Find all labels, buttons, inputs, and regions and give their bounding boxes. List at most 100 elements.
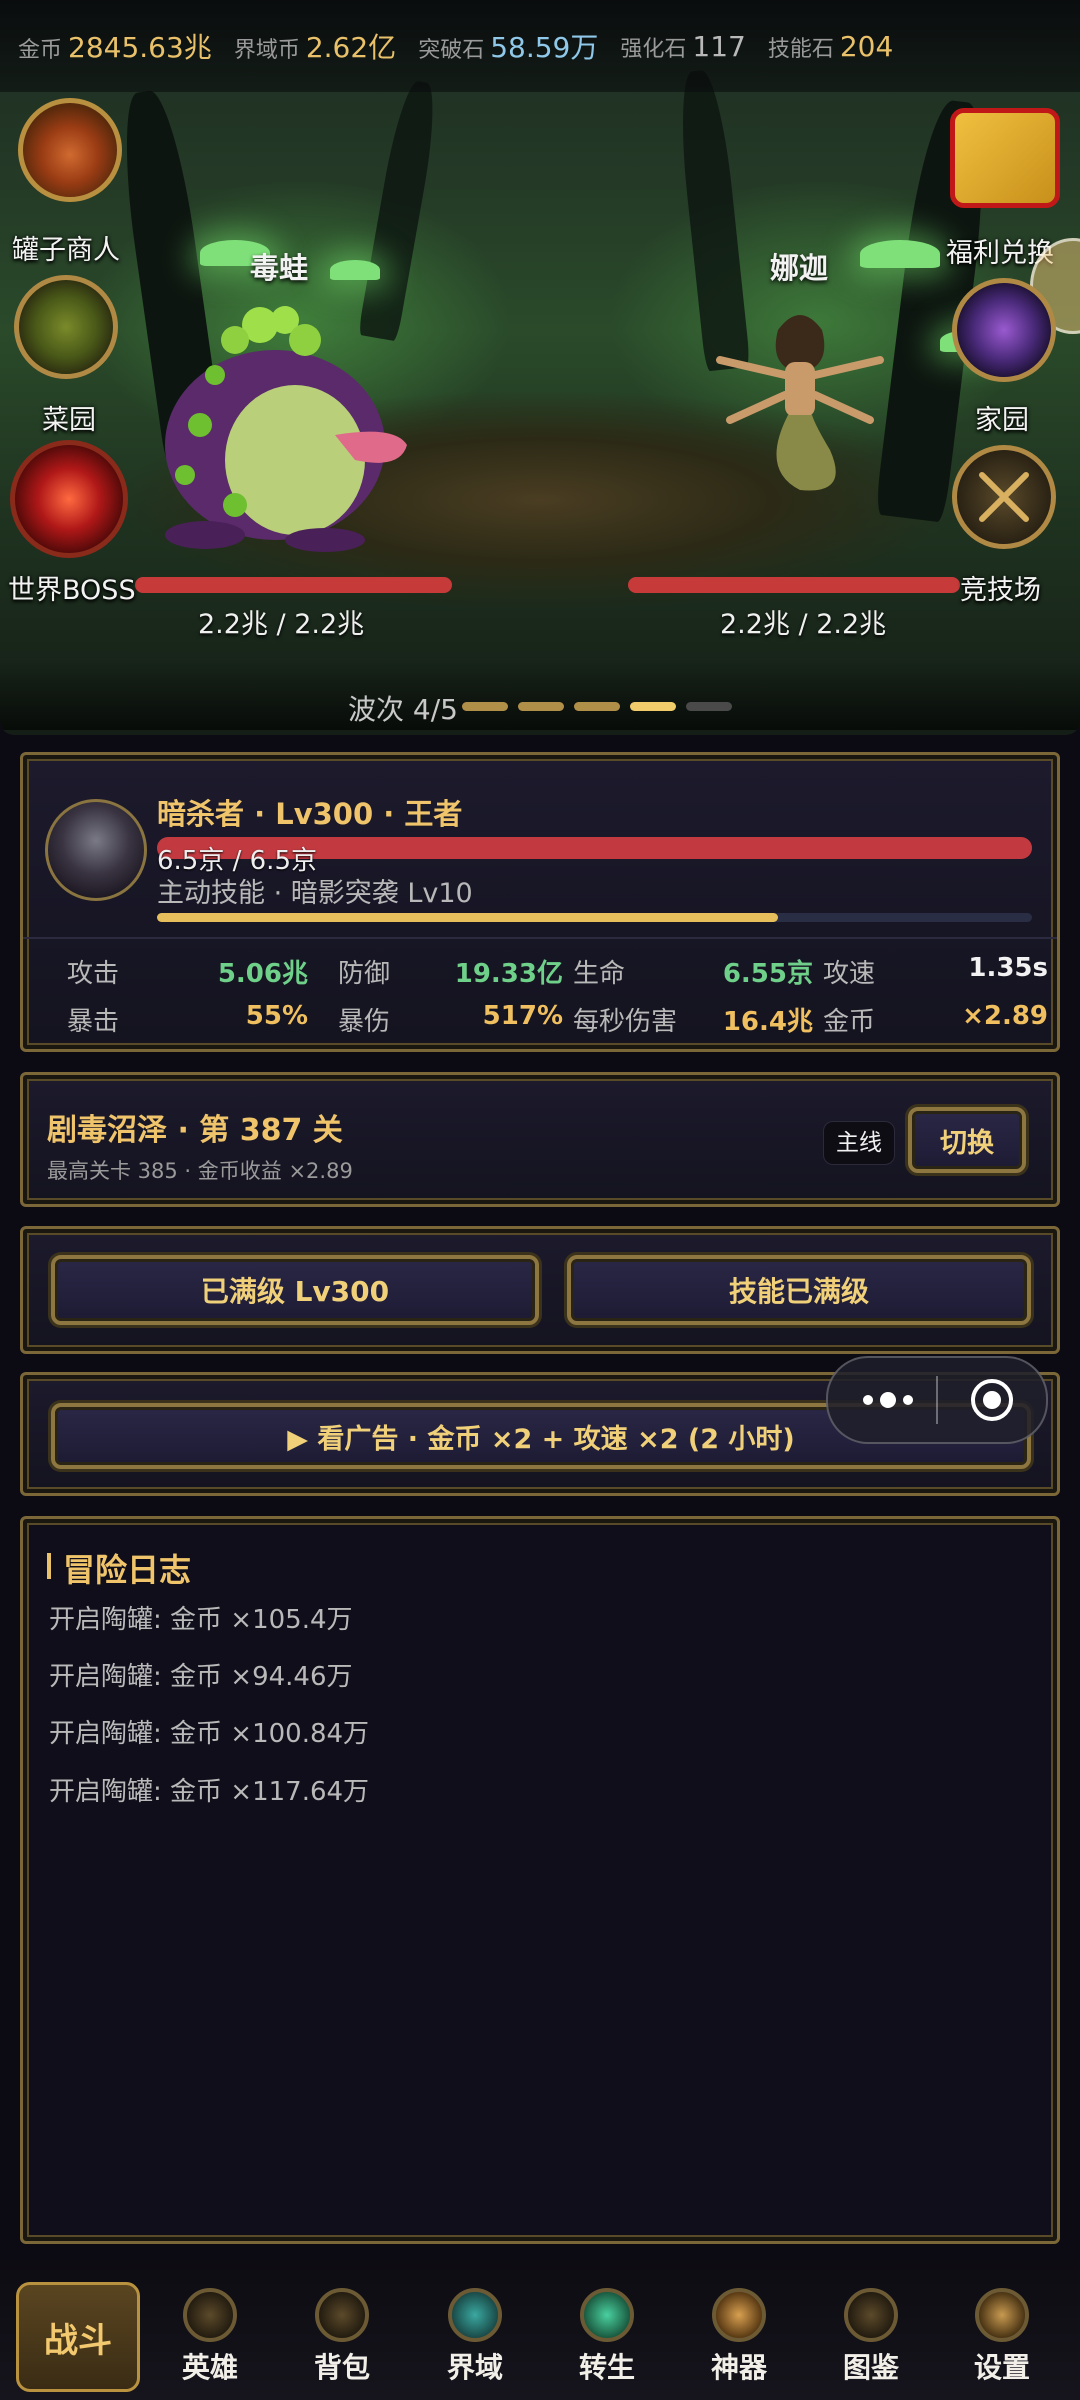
nav-label: 背包 <box>313 2351 370 2384</box>
currency-gold-label: 金币 <box>18 38 63 63</box>
divider <box>23 937 1057 939</box>
wave-dot <box>630 702 676 711</box>
arena-button[interactable] <box>952 445 1062 549</box>
nav-label: 设置 <box>973 2351 1030 2384</box>
nav-codex-tab[interactable]: 图鉴 <box>816 2280 926 2390</box>
wave-indicator: 波次 4/5 <box>0 660 1080 730</box>
stat-value: 5.06兆 <box>217 959 308 989</box>
skill-progress-track <box>157 913 1032 922</box>
stat-label: 金币 <box>823 1007 876 1037</box>
nav-rebirth-tab[interactable]: 转生 <box>552 2280 662 2390</box>
poison-frog-sprite[interactable] <box>145 295 415 555</box>
wave-dot <box>686 702 732 711</box>
codex-icon <box>844 2288 898 2342</box>
nav-hero-tab[interactable]: 英雄 <box>155 2280 265 2390</box>
enemy-hp-text-frog: 2.2兆 / 2.2兆 <box>198 609 365 640</box>
glowing-mushroom <box>330 260 380 280</box>
settings-icon <box>975 2288 1029 2342</box>
wave-dot <box>518 702 564 711</box>
wave-label: 波次 4/5 <box>348 693 458 726</box>
nav-label: 神器 <box>710 2351 767 2384</box>
stat-value: 517% <box>482 1001 563 1031</box>
currency-breakthrough-label: 突破石 <box>418 38 485 63</box>
bottom-nav: 战斗 英雄 背包 界域 转生 神器 图鉴 设置 <box>0 2260 1080 2400</box>
stat-value: 16.4兆 <box>722 1007 813 1037</box>
nav-artifact-tab[interactable]: 神器 <box>684 2280 794 2390</box>
switch-stage-button[interactable]: 切换 <box>908 1107 1026 1173</box>
stat-value: 19.33亿 <box>454 959 563 989</box>
log-title-marker <box>47 1553 51 1579</box>
stat-value: 1.35s <box>968 953 1048 983</box>
gift-box-icon <box>950 108 1060 208</box>
hero-skill-text: 主动技能 · 暗影突袭 Lv10 <box>157 878 473 909</box>
pot-merchant-button[interactable] <box>10 98 130 202</box>
vegetable-garden-button[interactable] <box>14 275 124 379</box>
currency-gold: 金币 2845.63兆 <box>18 26 212 66</box>
currency-gold-value: 2845.63兆 <box>68 31 212 64</box>
enemy-hp-bar-naga <box>628 577 960 593</box>
stat-row: 攻击 5.06兆 防御 19.33亿 生命 6.55京 攻速 1.35s <box>53 953 1048 993</box>
crossed-swords-icon <box>952 445 1056 549</box>
stat-label: 暴伤 <box>338 1007 391 1037</box>
world-boss-icon <box>10 440 128 558</box>
nav-backpack-tab[interactable]: 背包 <box>287 2280 397 2390</box>
side-label-arena: 竞技场 <box>960 575 1041 606</box>
capsule-divider <box>936 1376 938 1424</box>
side-label-garden: 菜园 <box>42 405 96 436</box>
hero-title: 暗杀者 · Lv300 · 王者 <box>157 797 463 831</box>
level-max-button[interactable]: 已满级 Lv300 <box>51 1255 539 1325</box>
nav-label: 图鉴 <box>842 2351 899 2384</box>
enemy-hp-text-naga: 2.2兆 / 2.2兆 <box>720 609 887 640</box>
pot-merchant-icon <box>18 98 122 202</box>
currency-breakthrough-stone: 突破石 58.59万 <box>418 26 598 66</box>
castle-icon <box>952 278 1056 382</box>
wave-dot <box>574 702 620 711</box>
adventure-log-panel: 冒险日志 开启陶罐: 金币 ×105.4万 开启陶罐: 金币 ×94.46万 开… <box>20 1516 1060 2244</box>
stat-label: 每秒伤害 <box>573 1007 678 1037</box>
stat-value: 6.55京 <box>722 959 813 989</box>
hero-panel: 暗杀者 · Lv300 · 王者 6.5京 / 6.5京 主动技能 · 暗影突袭… <box>20 752 1060 1052</box>
enemy-hp-bar-frog <box>135 577 452 593</box>
currency-enhance-value: 117 <box>692 29 746 63</box>
stat-value: 55% <box>245 1001 308 1031</box>
stage-title: 剧毒沼泽 · 第 387 关 <box>47 1113 343 1148</box>
upgrade-panel: 已满级 Lv300 技能已满级 <box>20 1226 1060 1354</box>
nav-settings-tab[interactable]: 设置 <box>947 2280 1057 2390</box>
currency-realm-coin-value: 2.62亿 <box>305 31 397 64</box>
backpack-icon <box>315 2288 369 2342</box>
naga-sprite[interactable] <box>700 300 900 500</box>
rebirth-icon <box>580 2288 634 2342</box>
currency-breakthrough-value: 58.59万 <box>490 31 599 64</box>
skill-max-button[interactable]: 技能已满级 <box>567 1255 1031 1325</box>
currency-skill-value: 204 <box>839 29 894 63</box>
enemy-name-naga: 娜迦 <box>770 251 829 285</box>
stat-label: 攻击 <box>67 959 120 989</box>
stat-label: 生命 <box>573 959 626 989</box>
homestead-button[interactable] <box>952 278 1062 382</box>
hero-avatar[interactable] <box>45 799 147 901</box>
log-line: 开启陶罐: 金币 ×94.46万 <box>49 1662 353 1692</box>
close-target-icon[interactable] <box>968 1376 1016 1424</box>
currency-skill-label: 技能石 <box>767 36 834 62</box>
nav-battle-tab[interactable]: 战斗 <box>16 2282 140 2392</box>
hero-icon <box>183 2288 237 2342</box>
currency-skill-stone: 技能石 204 <box>768 30 893 63</box>
mini-program-capsule <box>826 1356 1048 1444</box>
skill-progress-fill <box>157 913 779 922</box>
stat-label: 暴击 <box>67 1007 120 1037</box>
side-label-homestead: 家园 <box>975 405 1029 436</box>
currency-realm-coin: 界域币 2.62亿 <box>234 26 396 66</box>
stage-subtitle: 最高关卡 385 · 金币收益 ×2.89 <box>47 1159 353 1183</box>
welfare-exchange-button[interactable] <box>950 108 1060 208</box>
stat-label: 攻速 <box>823 959 876 989</box>
world-boss-button[interactable] <box>10 440 128 558</box>
more-options-icon[interactable] <box>852 1380 932 1420</box>
stage-panel: 剧毒沼泽 · 第 387 关 最高关卡 385 · 金币收益 ×2.89 主线 … <box>20 1072 1060 1207</box>
stat-value: ×2.89 <box>962 1001 1048 1031</box>
nav-realm-tab[interactable]: 界域 <box>420 2280 530 2390</box>
currency-realm-coin-label: 界域币 <box>233 38 300 63</box>
stat-row: 暴击 55% 暴伤 517% 每秒伤害 16.4兆 金币 ×2.89 <box>53 1001 1048 1041</box>
battle-scene: 毒蛙 娜迦 2.2兆 / 2.2兆 2.2兆 / 2.2兆 罐子商人 菜园 世界… <box>0 0 1080 735</box>
mainline-tag: 主线 <box>823 1121 895 1165</box>
wave-dot <box>462 702 508 711</box>
